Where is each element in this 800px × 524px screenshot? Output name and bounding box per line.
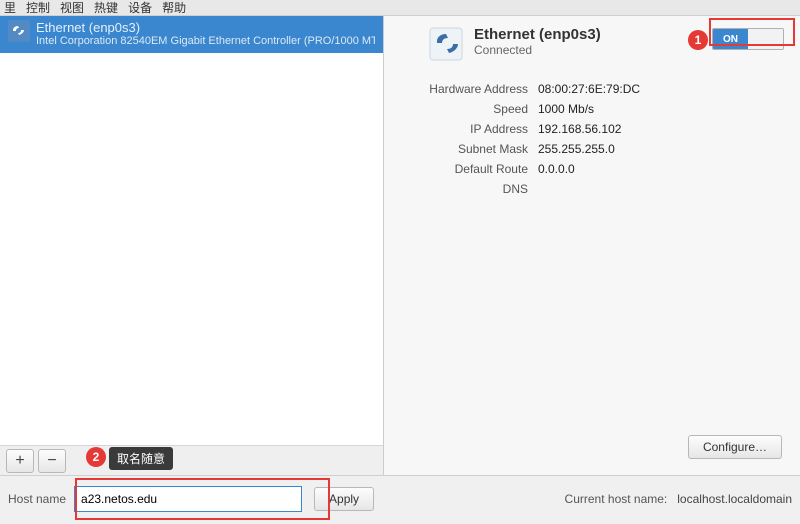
- add-interface-button[interactable]: +: [6, 449, 34, 473]
- list-button-row: + −: [0, 445, 383, 475]
- annotation-tooltip: 取名随意: [109, 447, 173, 470]
- menu-item[interactable]: 热键: [94, 0, 118, 16]
- interface-list[interactable]: Ethernet (enp0s3) Intel Corporation 8254…: [0, 16, 383, 445]
- menu-item[interactable]: 里: [4, 0, 16, 16]
- annotation-badge-2: 2: [86, 447, 106, 467]
- current-host-label: Current host name:: [565, 492, 668, 506]
- details-pane: Ethernet (enp0s3) Connected ON Hardware …: [384, 16, 800, 475]
- hostname-label: Host name: [8, 492, 66, 506]
- interface-title: Ethernet (enp0s3): [36, 20, 375, 35]
- label-speed: Speed: [418, 102, 528, 116]
- value-mask: 255.255.255.0: [538, 142, 784, 156]
- menu-item[interactable]: 控制: [26, 0, 50, 16]
- menu-item[interactable]: 设备: [128, 0, 152, 16]
- configure-button[interactable]: Configure…: [688, 435, 782, 459]
- details-title: Ethernet (enp0s3): [474, 26, 601, 43]
- label-ip: IP Address: [418, 122, 528, 136]
- menu-item[interactable]: 帮助: [162, 0, 186, 16]
- vm-menu-bar: 里 控制 视图 热键 设备 帮助: [0, 0, 800, 16]
- value-route: 0.0.0.0: [538, 162, 784, 176]
- remove-interface-button[interactable]: −: [38, 449, 66, 473]
- label-route: Default Route: [418, 162, 528, 176]
- label-dns: DNS: [418, 182, 528, 196]
- label-hw-address: Hardware Address: [418, 82, 528, 96]
- connection-info-grid: Hardware Address 08:00:27:6E:79:DC Speed…: [418, 82, 784, 196]
- connection-status: Connected: [474, 43, 601, 57]
- interface-list-pane: Ethernet (enp0s3) Intel Corporation 8254…: [0, 16, 384, 475]
- ethernet-icon: [428, 26, 464, 62]
- label-mask: Subnet Mask: [418, 142, 528, 156]
- main-content: Ethernet (enp0s3) Intel Corporation 8254…: [0, 16, 800, 475]
- value-dns: [538, 182, 784, 196]
- value-hw-address: 08:00:27:6E:79:DC: [538, 82, 784, 96]
- menu-item[interactable]: 视图: [60, 0, 84, 16]
- current-host-block: Current host name: localhost.localdomain: [565, 492, 792, 506]
- ethernet-icon: [8, 20, 30, 42]
- annotation-box-2: [75, 478, 330, 520]
- value-ip: 192.168.56.102: [538, 122, 784, 136]
- current-host-value: localhost.localdomain: [677, 492, 792, 506]
- interface-list-item[interactable]: Ethernet (enp0s3) Intel Corporation 8254…: [0, 16, 383, 53]
- annotation-badge-1: 1: [688, 30, 708, 50]
- value-speed: 1000 Mb/s: [538, 102, 784, 116]
- interface-subtitle: Intel Corporation 82540EM Gigabit Ethern…: [36, 35, 375, 47]
- annotation-box-1: [709, 18, 795, 46]
